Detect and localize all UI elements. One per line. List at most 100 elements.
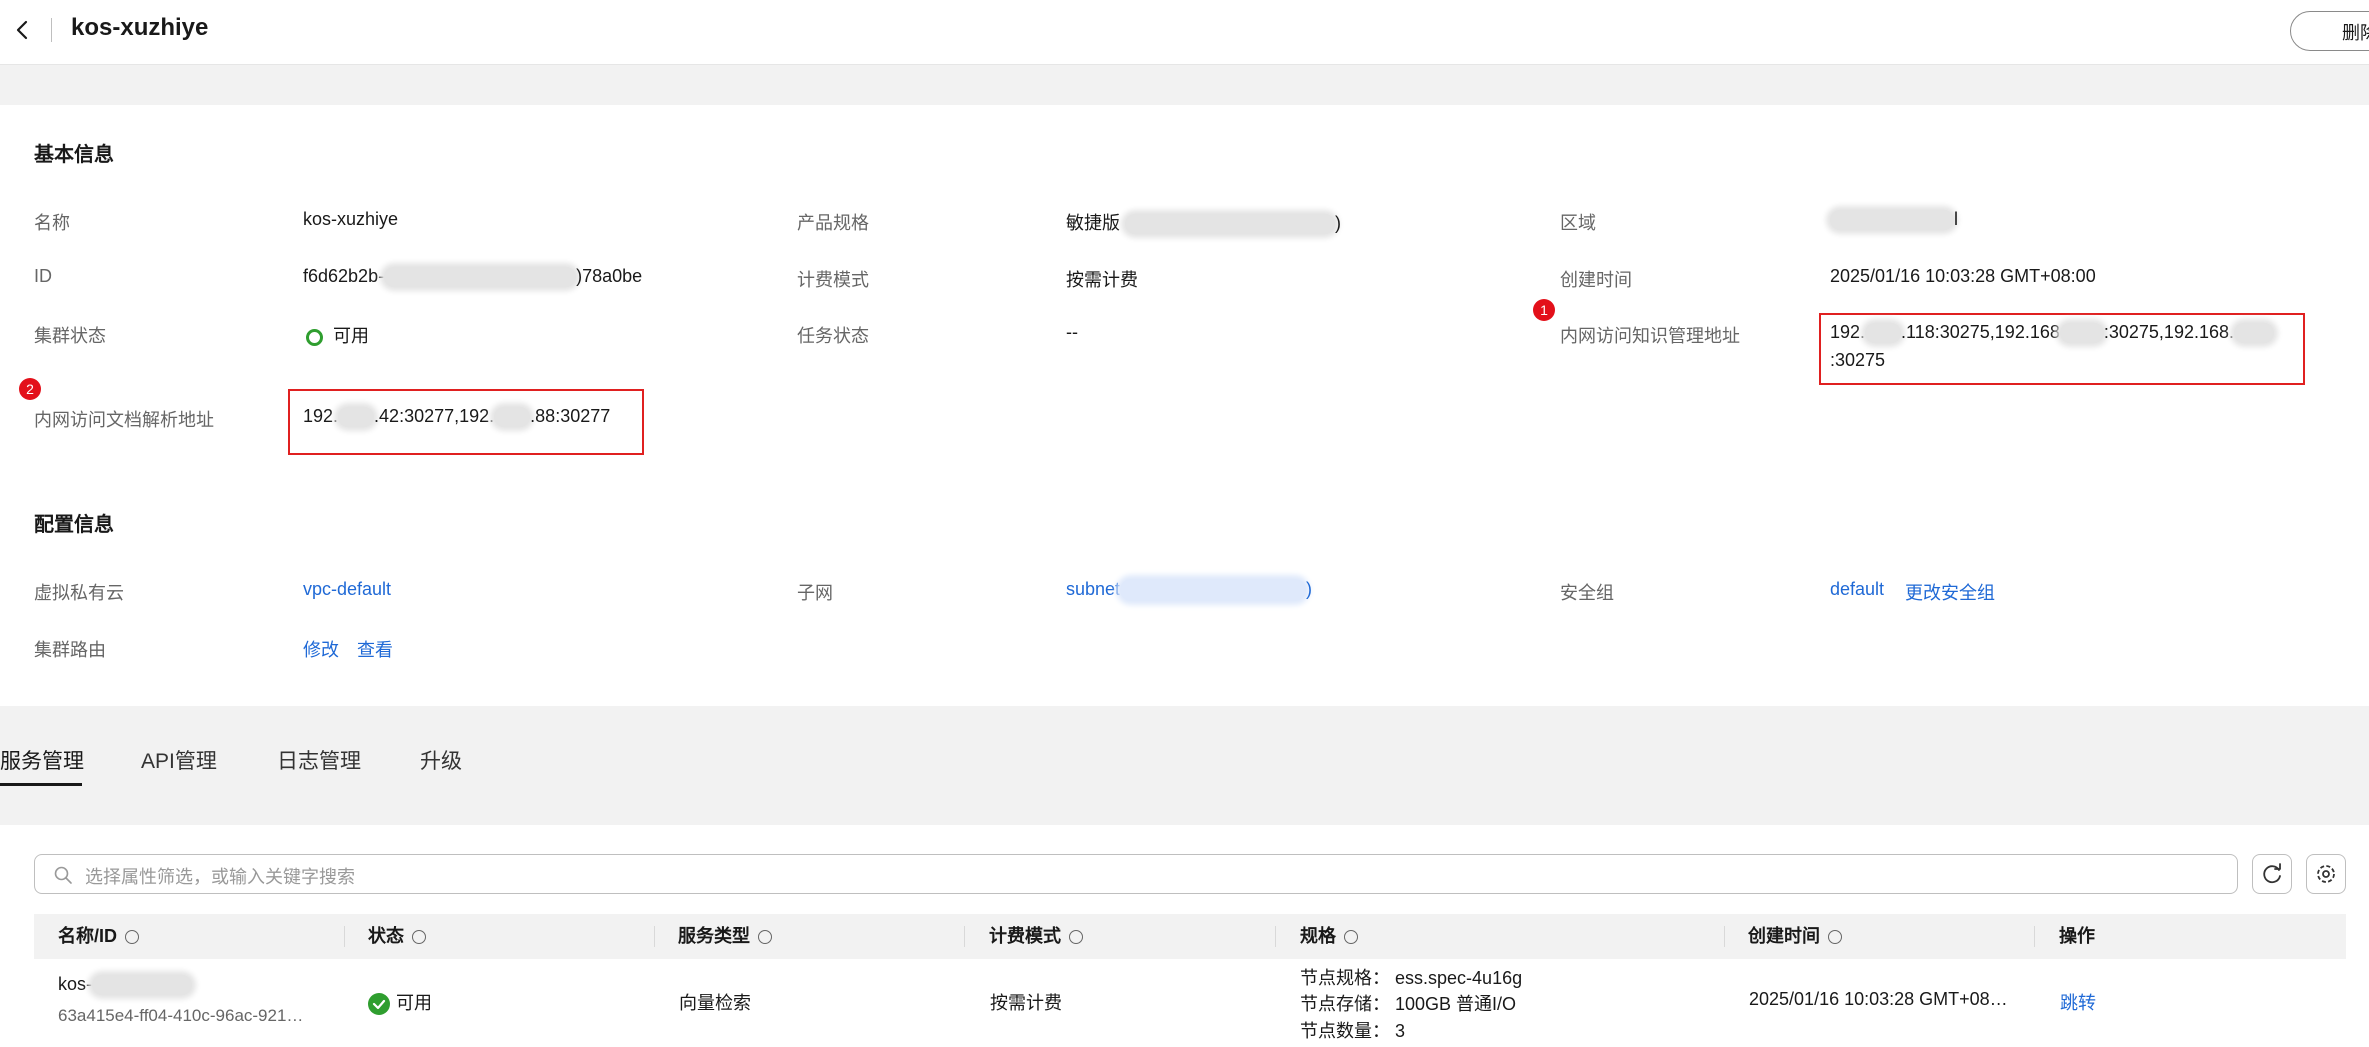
redacted-blur xyxy=(2234,323,2274,344)
column-divider xyxy=(1724,926,1725,947)
row-jump-link[interactable]: 跳转 xyxy=(2060,989,2096,1015)
vpc-label: 虚拟私有云 xyxy=(34,583,124,603)
row-status-text: 可用 xyxy=(396,993,432,1013)
redacted-blur xyxy=(1125,214,1336,235)
column-header-spec[interactable]: 规格 xyxy=(1300,914,1358,959)
vpc-link[interactable]: vpc-default xyxy=(303,579,391,600)
knowledge-address-line1: 192. .118:30275,192.168:30275,192.168. xyxy=(1830,322,2274,344)
billing-label: 计费模式 xyxy=(797,270,869,290)
column-header-text: 名称/ID xyxy=(58,926,118,946)
header-divider xyxy=(51,18,52,42)
delete-button[interactable]: 删除 xyxy=(2290,11,2369,51)
tab-upgrade[interactable]: 升级 xyxy=(420,745,462,775)
doc-parse-address-value: 192. .42:30277,192. .88:30277 xyxy=(303,406,611,428)
knowledge-part2: .118:30275,192.168 xyxy=(1901,322,2060,342)
redacted-blur xyxy=(1120,579,1307,602)
doc-parse-part2: .42:30277,192. xyxy=(374,406,495,426)
created-label: 创建时间 xyxy=(1560,270,1632,290)
route-modify-link[interactable]: 修改 xyxy=(303,636,339,662)
row-billing: 按需计费 xyxy=(990,993,1062,1013)
route-label: 集群路由 xyxy=(34,640,106,660)
basic-info-title: 基本信息 xyxy=(34,144,114,166)
doc-parse-address-label: 内网访问文档解析地址 xyxy=(34,410,214,430)
column-header-name[interactable]: 名称/ID xyxy=(58,914,140,959)
row-name[interactable]: kos- xyxy=(58,974,193,996)
annotation-badge-1: 1 xyxy=(1533,299,1555,321)
column-divider xyxy=(344,926,345,947)
spec-node-value: ess.spec-4u16g xyxy=(1395,968,1523,988)
id-label: ID xyxy=(34,266,52,286)
knowledge-address-line2: :30275 xyxy=(1830,350,1886,370)
spec-text: 敏捷版 xyxy=(1066,213,1120,233)
column-header-text: 规格 xyxy=(1300,926,1336,946)
settings-button[interactable] xyxy=(2306,854,2346,894)
security-group-link[interactable]: default xyxy=(1830,579,1884,600)
column-divider xyxy=(2034,926,2035,947)
sort-icon xyxy=(412,930,426,945)
table-header: 名称/ID 状态 服务类型 计费模式 规格 创建时间 操作 xyxy=(34,914,2346,959)
back-button[interactable] xyxy=(8,14,38,46)
row-spec-node: 节点规格： ess.spec-4u16g xyxy=(1300,964,1522,990)
row-created: 2025/01/16 10:03:28 GMT+08… xyxy=(1749,989,2008,1009)
tab-bar: 服务管理 API管理 日志管理 升级 xyxy=(0,727,2369,787)
doc-parse-part3: .88:30277 xyxy=(530,406,611,426)
spec-label: 产品规格 xyxy=(797,213,869,233)
knowledge-part3: :30275,192.168. xyxy=(2103,322,2234,342)
spec-count-label: 节点数量： xyxy=(1300,1021,1390,1041)
column-divider xyxy=(964,926,965,947)
column-header-created[interactable]: 创建时间 xyxy=(1748,914,1842,959)
refresh-icon xyxy=(2263,863,2281,884)
chevron-left-icon xyxy=(16,20,28,40)
knowledge-address-label: 内网访问知识管理地址 xyxy=(1560,326,1740,346)
column-divider xyxy=(654,926,655,947)
column-header-text: 创建时间 xyxy=(1748,926,1820,946)
security-group-label: 安全组 xyxy=(1560,583,1614,603)
spec-storage-value: 100GB 普通I/O xyxy=(1395,994,1517,1014)
redacted-blur xyxy=(1865,323,1902,344)
config-info-title: 配置信息 xyxy=(34,514,114,536)
search-input[interactable]: 选择属性筛选，或输入关键字搜索 xyxy=(34,854,2238,894)
column-header-status[interactable]: 状态 xyxy=(368,914,426,959)
tab-log-management[interactable]: 日志管理 xyxy=(277,745,361,775)
id-value: f6d62b2b-)78a0be xyxy=(303,266,642,288)
route-view-link[interactable]: 查看 xyxy=(357,636,393,662)
cluster-status-label: 集群状态 xyxy=(34,326,106,346)
region-value: l xyxy=(1830,209,1958,231)
cluster-status-value: 可用 xyxy=(306,322,369,348)
spec-value: 敏捷版 ) xyxy=(1066,209,1341,235)
column-divider xyxy=(1275,926,1276,947)
tab-service-management[interactable]: 服务管理 xyxy=(0,745,84,775)
task-status-label: 任务状态 xyxy=(797,326,869,346)
row-spec-storage: 节点存储： 100GB 普通I/O xyxy=(1300,990,1516,1016)
region-label: 区域 xyxy=(1560,213,1596,233)
column-header-text: 计费模式 xyxy=(989,926,1061,946)
subnet-suffix: ) xyxy=(1306,579,1313,599)
subnet-link[interactable]: subnet) xyxy=(1066,579,1313,602)
subnet-text: subnet xyxy=(1066,579,1121,599)
active-tab-indicator xyxy=(0,783,82,786)
row-status: 可用 xyxy=(368,989,432,1016)
column-header-billing[interactable]: 计费模式 xyxy=(989,914,1083,959)
redacted-blur xyxy=(1830,210,1954,231)
change-security-group-link[interactable]: 更改安全组 xyxy=(1905,579,1995,605)
sort-icon xyxy=(758,930,772,945)
created-value: 2025/01/16 10:03:28 GMT+08:00 xyxy=(1830,266,2096,286)
spec-node-label: 节点规格： xyxy=(1300,968,1390,988)
region-suffix: l xyxy=(1954,209,1958,229)
subnet-label: 子网 xyxy=(797,583,833,603)
column-header-service-type[interactable]: 服务类型 xyxy=(678,914,772,959)
row-id: 63a415e4-ff04-410c-96ac-921… xyxy=(58,1006,304,1025)
doc-parse-part1: 192. xyxy=(303,406,339,426)
search-icon xyxy=(54,866,72,884)
redacted-blur xyxy=(494,407,531,428)
sort-icon xyxy=(1828,930,1842,945)
cluster-status-text: 可用 xyxy=(333,326,369,346)
annotation-badge-2: 2 xyxy=(19,378,41,400)
column-header-text: 状态 xyxy=(368,926,404,946)
spec-suffix: ) xyxy=(1335,213,1342,233)
row-spec-count: 节点数量： 3 xyxy=(1300,1017,1405,1043)
task-status-value: -- xyxy=(1066,322,1078,342)
check-circle-icon xyxy=(368,993,390,1016)
refresh-button[interactable] xyxy=(2252,854,2292,894)
tab-api-management[interactable]: API管理 xyxy=(141,745,217,775)
